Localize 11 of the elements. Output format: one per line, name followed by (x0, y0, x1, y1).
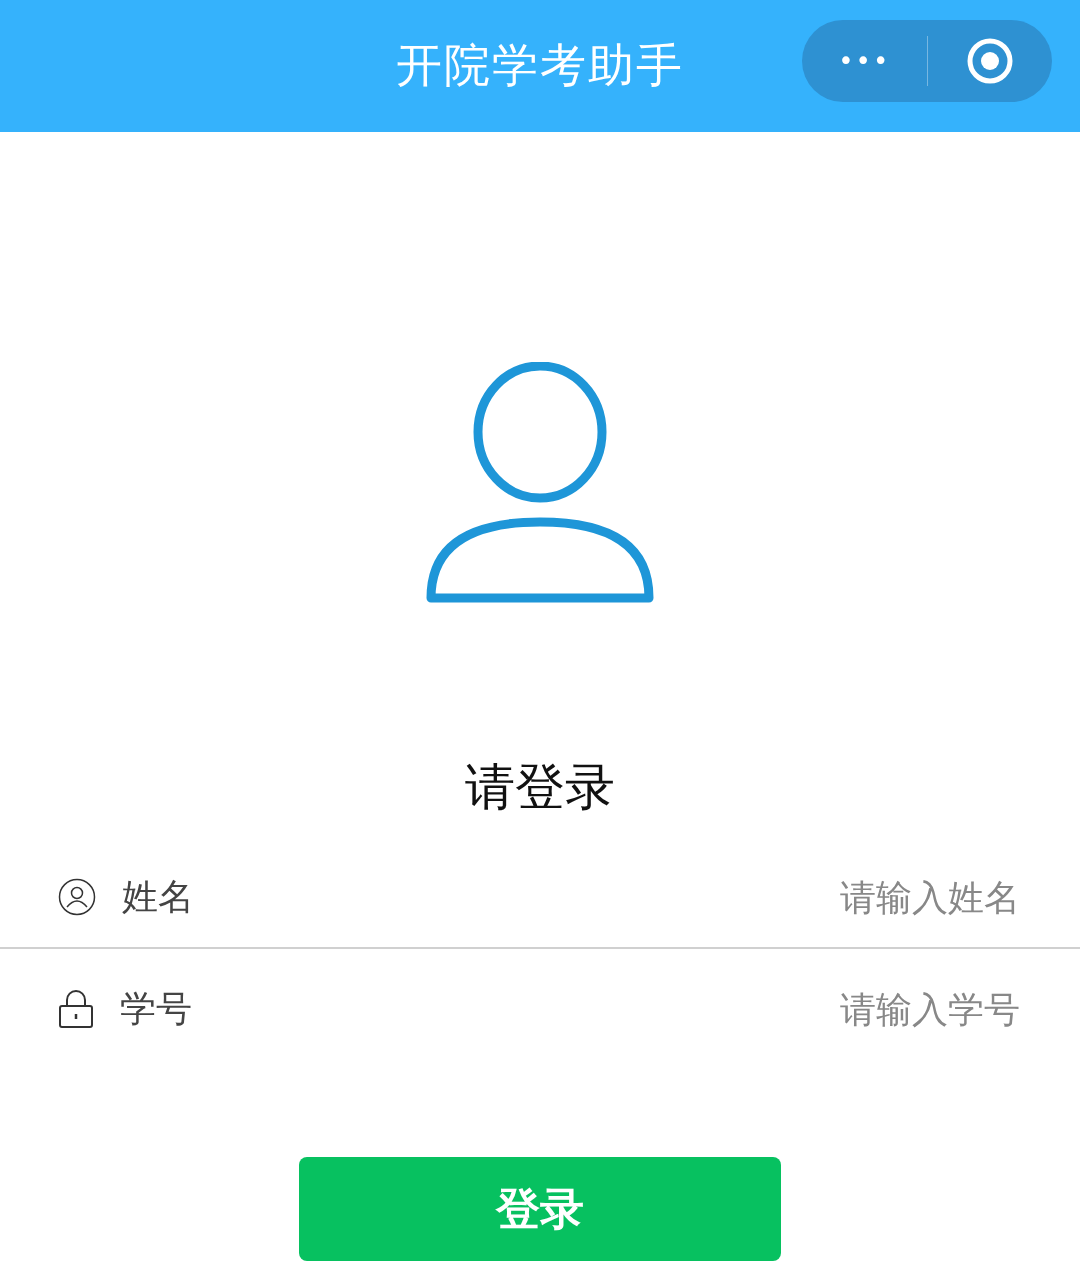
person-icon (58, 878, 96, 916)
input-field[interactable]: 请输入学号 (192, 987, 1022, 1031)
page-title: 开院学考助手 (396, 37, 684, 94)
lock-icon (58, 990, 94, 1028)
input-field[interactable]: 请输入姓名 (194, 875, 1022, 919)
login-prompt: 请登录 (465, 757, 615, 818)
field-label: 学号 (120, 986, 192, 1031)
more-button[interactable]: ••• (802, 20, 927, 102)
field-label: 姓名 (122, 874, 194, 919)
login-button[interactable]: 登录 (299, 1157, 781, 1261)
avatar-icon (425, 362, 655, 604)
